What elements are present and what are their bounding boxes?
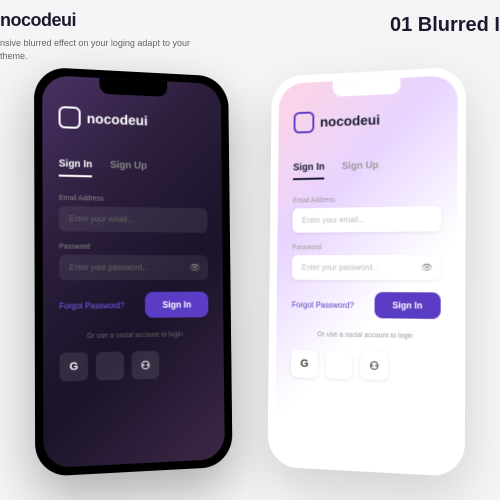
tab-signin[interactable]: Sign In bbox=[59, 158, 93, 177]
eye-off-icon[interactable]: 👁 bbox=[421, 262, 433, 273]
other-login-button[interactable]: ⚇ bbox=[132, 351, 160, 380]
apple-login-button[interactable] bbox=[96, 351, 124, 380]
tab-signup[interactable]: Sign Up bbox=[110, 160, 147, 179]
tagline-text: nsive blurred effect on your loging adap… bbox=[0, 37, 200, 62]
password-input[interactable] bbox=[59, 255, 208, 280]
phone-mockup-light: nocodeui Sign In Sign Up Email Address P… bbox=[267, 67, 466, 477]
apple-login-button[interactable] bbox=[325, 350, 352, 379]
email-input[interactable] bbox=[59, 206, 208, 233]
tab-signin[interactable]: Sign In bbox=[293, 162, 325, 180]
password-input[interactable] bbox=[292, 255, 441, 280]
signin-button[interactable]: Sign In bbox=[374, 292, 440, 319]
social-divider-text: Or use a social account to login bbox=[291, 331, 440, 341]
password-label: Password bbox=[292, 244, 441, 252]
social-divider-text: Or use a social account to login bbox=[59, 331, 208, 341]
email-input[interactable] bbox=[292, 206, 441, 233]
google-login-button[interactable]: G bbox=[291, 350, 318, 378]
email-label: Email Address bbox=[59, 195, 207, 205]
google-login-button[interactable]: G bbox=[59, 352, 88, 381]
phone-mockup-dark: nocodeui Sign In Sign Up Email Address P… bbox=[34, 67, 233, 477]
section-title: 01 Blurred I bbox=[390, 14, 500, 37]
app-logo-icon bbox=[294, 111, 315, 133]
other-login-button[interactable]: ⚇ bbox=[360, 351, 388, 380]
signin-button[interactable]: Sign In bbox=[145, 292, 208, 318]
eye-off-icon[interactable]: 👁 bbox=[189, 262, 200, 273]
brand-logo-text: nocodeui bbox=[0, 10, 200, 31]
app-logo-icon bbox=[59, 106, 81, 129]
tab-signup[interactable]: Sign Up bbox=[342, 160, 379, 179]
app-logo-text: nocodeui bbox=[87, 110, 148, 128]
app-logo-text: nocodeui bbox=[320, 112, 380, 130]
forgot-password-link[interactable]: Forgot Password? bbox=[59, 301, 124, 311]
email-label: Email Address bbox=[293, 195, 441, 205]
password-label: Password bbox=[59, 244, 208, 252]
forgot-password-link[interactable]: Forgot Password? bbox=[292, 300, 354, 309]
